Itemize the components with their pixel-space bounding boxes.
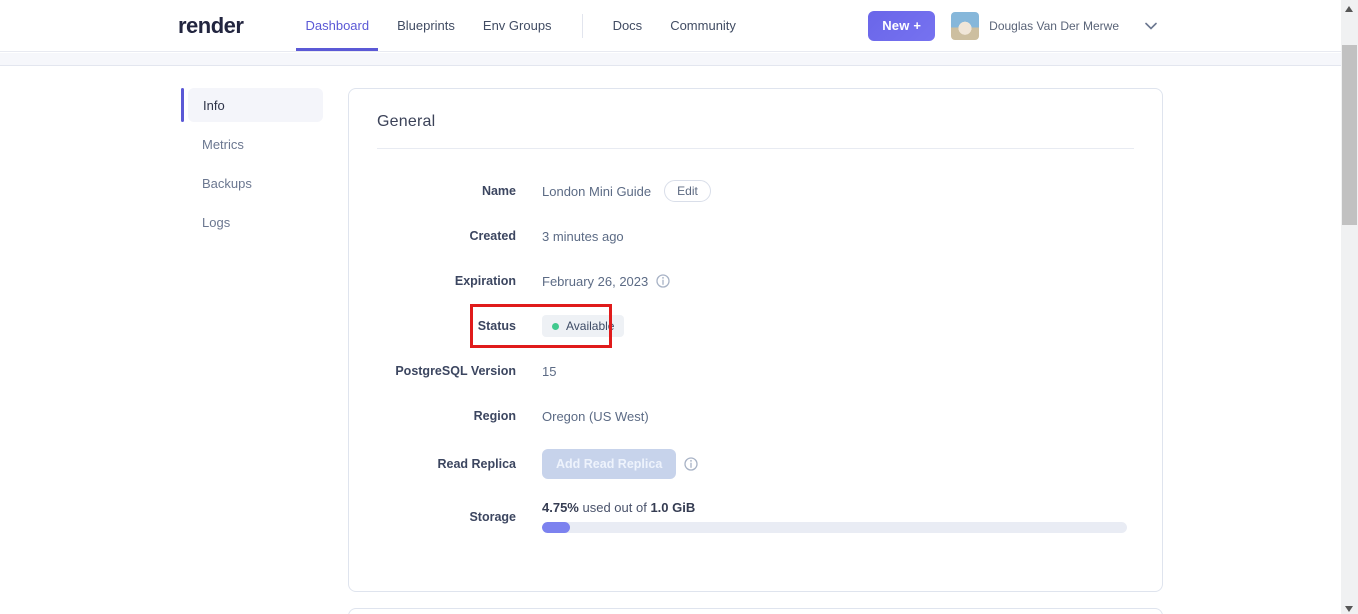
created-value: 3 minutes ago (542, 228, 624, 244)
render-logo[interactable]: render (178, 13, 244, 39)
scrollbar-thumb[interactable] (1342, 45, 1357, 225)
nav-item-dashboard[interactable]: Dashboard (296, 0, 379, 51)
top-navigation: render Dashboard Blueprints Env Groups D… (0, 0, 1358, 52)
nav-item-docs[interactable]: Docs (604, 0, 652, 51)
storage-progress-fill (542, 522, 570, 533)
storage-total: 1.0 GiB (650, 500, 696, 515)
sidebar-item-logs[interactable]: Logs (183, 205, 323, 239)
field-row-created: Created 3 minutes ago (377, 224, 1134, 248)
nav-item-community[interactable]: Community (661, 0, 745, 51)
chevron-down-icon[interactable] (1145, 22, 1157, 30)
next-card-top-edge (348, 608, 1163, 614)
active-indicator-bar (181, 88, 184, 122)
user-avatar[interactable] (951, 11, 980, 40)
field-row-status: Status Available (377, 304, 1134, 348)
vertical-scrollbar[interactable] (1341, 0, 1358, 614)
subheader-strip (0, 53, 1358, 66)
field-label: Name (481, 184, 516, 198)
general-card: General Name London Mini Guide Edit Crea… (348, 88, 1163, 592)
field-label: Expiration (454, 274, 516, 288)
new-button[interactable]: New + (868, 10, 936, 41)
field-row-region: Region Oregon (US West) (377, 404, 1134, 428)
status-dot-icon (552, 322, 559, 330)
scrollbar-down-arrow[interactable] (1345, 606, 1353, 612)
sidebar-item-label: Backups (202, 175, 252, 191)
add-read-replica-button[interactable]: Add Read Replica (542, 449, 677, 479)
postgresql-version-value: 15 (542, 363, 557, 379)
storage-usage-text: 4.75% used out of 1.0 GiB (542, 500, 1127, 515)
sidebar-item-metrics[interactable]: Metrics (183, 127, 323, 161)
info-icon[interactable] (656, 274, 670, 288)
storage-middle-text: used out of (578, 500, 651, 515)
sidebar-item-label: Info (203, 97, 225, 113)
nav-divider (581, 13, 583, 38)
region-value: Oregon (US West) (542, 408, 649, 424)
storage-block: 4.75% used out of 1.0 GiB (542, 500, 1127, 533)
sidebar-item-backups[interactable]: Backups (183, 166, 323, 200)
nav-links: Dashboard Blueprints Env Groups Docs Com… (291, 0, 749, 51)
sidebar-item-label: Metrics (202, 136, 244, 152)
field-row-storage: Storage 4.75% used out of 1.0 GiB (377, 500, 1134, 533)
nav-item-blueprints[interactable]: Blueprints (388, 0, 464, 51)
field-label: Storage (469, 509, 516, 524)
user-name[interactable]: Douglas Van Der Merwe (989, 19, 1119, 33)
card-title: General (377, 113, 436, 130)
info-icon[interactable] (684, 457, 698, 471)
storage-used-percent: 4.75% (542, 500, 579, 515)
expiration-value: February 26, 2023 (542, 273, 649, 289)
nav-right-group: New + Douglas Van Der Merwe (868, 0, 1358, 51)
status-badge-label: Available (566, 319, 615, 333)
field-label: PostgreSQL Version (395, 364, 516, 378)
storage-progress-track (542, 522, 1127, 533)
field-label: Status (477, 319, 516, 333)
edit-name-button[interactable]: Edit (664, 180, 711, 202)
sidebar-item-info[interactable]: Info (181, 88, 323, 122)
nav-item-env-groups[interactable]: Env Groups (474, 0, 561, 51)
name-value: London Mini Guide (542, 183, 652, 199)
field-row-read-replica: Read Replica Add Read Replica (377, 449, 1134, 479)
field-label: Read Replica (437, 457, 516, 471)
field-row-name: Name London Mini Guide Edit (377, 179, 1134, 203)
status-badge: Available (542, 315, 625, 337)
field-label: Created (469, 229, 516, 243)
field-row-expiration: Expiration February 26, 2023 (377, 269, 1134, 293)
scrollbar-up-arrow[interactable] (1345, 6, 1353, 12)
sidebar-item-label: Logs (202, 214, 231, 230)
field-label: Region (473, 409, 516, 423)
field-row-postgresql-version: PostgreSQL Version 15 (377, 359, 1134, 383)
sidebar: Info Metrics Backups Logs (181, 88, 323, 244)
